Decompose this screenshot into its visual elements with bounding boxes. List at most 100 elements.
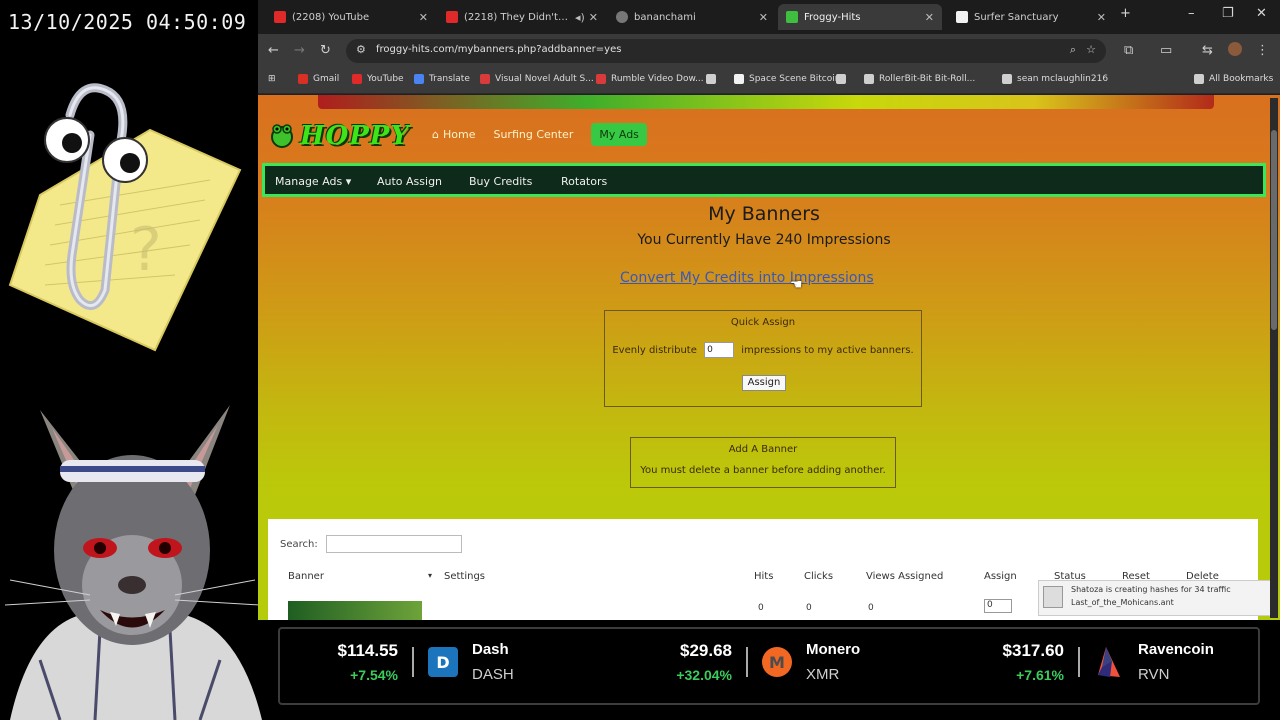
bookmark-youtube[interactable]: YouTube bbox=[352, 74, 404, 84]
add-banner-title: Add A Banner bbox=[728, 444, 798, 455]
clock-display: 13/10/2025 04:50:09 bbox=[8, 10, 247, 34]
apps-icon[interactable]: ⊞ bbox=[268, 74, 276, 84]
coin-name: Ravencoin bbox=[1138, 641, 1214, 658]
tab-label: Surfer Sanctuary bbox=[974, 11, 1059, 23]
ads-menu-bar: Manage Ads ▾ Auto Assign Buy Credits Rot… bbox=[262, 163, 1266, 197]
page-title: My Banners bbox=[708, 203, 820, 225]
site-info-icon[interactable]: ⚙ bbox=[356, 43, 366, 56]
tab-froggy-hits[interactable]: Froggy-Hits ✕ bbox=[778, 4, 942, 30]
assign-button[interactable]: Assign bbox=[742, 375, 786, 391]
column-views-assigned[interactable]: Views Assigned bbox=[866, 571, 943, 582]
change-value: +7.54% bbox=[350, 667, 398, 683]
crypto-ticker: $114.55 +7.54% D Dash DASH $29.68 +32.04… bbox=[278, 627, 1260, 705]
tab-bananchami[interactable]: bananchami ✕ bbox=[608, 4, 776, 30]
bookmark-space-scene[interactable]: Space Scene Bitcoin bbox=[734, 74, 840, 84]
menu-icon[interactable]: ⋮ bbox=[1256, 43, 1269, 58]
coin-name: Dash bbox=[472, 641, 509, 658]
bookmark-favicon-icon bbox=[706, 74, 716, 84]
speaker-icon[interactable]: ◂) bbox=[575, 11, 585, 24]
cast-icon[interactable]: ⇆ bbox=[1202, 43, 1213, 58]
menu-manage-ads[interactable]: Manage Ads ▾ bbox=[275, 175, 351, 188]
bookmark-sean[interactable]: sean mclaughlin216 bbox=[1002, 74, 1108, 84]
bookmark-label: sean mclaughlin216 bbox=[1017, 74, 1109, 84]
distribute-suffix: impressions to my active banners. bbox=[741, 345, 914, 356]
bookmark-label: RollerBit-Bit Bit-Roll... bbox=[879, 74, 976, 84]
column-banner[interactable]: Banner bbox=[288, 571, 324, 582]
all-bookmarks[interactable]: All Bookmarks bbox=[1194, 74, 1273, 84]
nav-surfing-center[interactable]: Surfing Center bbox=[493, 128, 573, 141]
impressions-amount-input[interactable]: 0 bbox=[704, 342, 735, 358]
column-settings[interactable]: Settings bbox=[444, 571, 485, 582]
bookmark-label: All Bookmarks bbox=[1209, 74, 1274, 84]
raven-shape bbox=[1098, 647, 1120, 677]
search-input[interactable] bbox=[326, 535, 462, 553]
banner-thumbnail-image[interactable] bbox=[288, 601, 422, 620]
youtube-icon bbox=[274, 11, 286, 23]
back-icon[interactable]: ← bbox=[268, 43, 279, 58]
nav-my-ads[interactable]: My Ads bbox=[591, 123, 647, 146]
extensions-icon[interactable]: ⧉ bbox=[1124, 43, 1133, 58]
price-value: $114.55 bbox=[337, 641, 398, 660]
close-icon[interactable]: ✕ bbox=[589, 11, 598, 24]
close-icon[interactable]: ✕ bbox=[759, 11, 768, 24]
column-clicks[interactable]: Clicks bbox=[804, 571, 833, 582]
bookmark-favicon-icon bbox=[596, 74, 606, 84]
clicks-value: 0 bbox=[806, 603, 812, 613]
menu-rotators[interactable]: Rotators bbox=[561, 175, 607, 188]
ravencoin-icon bbox=[1094, 647, 1124, 677]
bookmark-favicon-icon bbox=[1002, 74, 1012, 84]
page-scrollbar-thumb[interactable] bbox=[1271, 130, 1277, 330]
coin-symbol: DASH bbox=[472, 666, 514, 683]
quick-assign-row: Evenly distribute 0 impressions to my ac… bbox=[605, 342, 921, 358]
tab-label: (2218) They Didn't Want bbox=[464, 11, 571, 23]
tab-youtube[interactable]: (2208) YouTube ✕ bbox=[266, 4, 436, 30]
assign-amount-input[interactable]: 0 bbox=[984, 599, 1012, 613]
menu-auto-assign[interactable]: Auto Assign bbox=[377, 175, 442, 188]
bookmark-plain-2[interactable] bbox=[836, 74, 851, 84]
gmail-icon bbox=[298, 74, 308, 84]
menu-buy-credits[interactable]: Buy Credits bbox=[469, 175, 532, 188]
bookmark-translate[interactable]: Translate bbox=[414, 74, 470, 84]
bookmark-label: Visual Novel Adult S... bbox=[495, 74, 594, 84]
forward-icon[interactable]: → bbox=[294, 43, 305, 58]
maximize-icon[interactable]: ❐ bbox=[1222, 6, 1234, 21]
sort-icon[interactable]: ▾ bbox=[428, 571, 432, 580]
profile-avatar[interactable] bbox=[1228, 42, 1242, 56]
url-bar[interactable]: ⚙ froggy-hits.com/mybanners.php?addbanne… bbox=[346, 39, 1106, 63]
reload-icon[interactable]: ↻ bbox=[320, 43, 331, 58]
tab-strip: (2208) YouTube ✕ (2218) They Didn't Want… bbox=[258, 0, 1280, 34]
mouse-cursor-icon: ☚ bbox=[790, 277, 803, 293]
youtube-icon bbox=[446, 11, 458, 23]
notification-popup: Shatoza is creating hashes for 34 traffi… bbox=[1038, 580, 1278, 616]
column-assign[interactable]: Assign bbox=[984, 571, 1017, 582]
close-icon[interactable]: ✕ bbox=[925, 11, 934, 24]
notification-icon bbox=[1043, 586, 1063, 608]
convert-credits-link[interactable]: Convert My Credits into Impressions bbox=[620, 270, 874, 286]
close-icon[interactable]: ✕ bbox=[1097, 11, 1106, 24]
tab-video[interactable]: (2218) They Didn't Want ◂) ✕ bbox=[438, 4, 606, 30]
bookmark-visual-novel[interactable]: Visual Novel Adult S... bbox=[480, 74, 594, 84]
search-label: Search: bbox=[280, 539, 318, 550]
zoom-icon[interactable]: ⌕ bbox=[1070, 43, 1076, 57]
minimize-icon[interactable]: – bbox=[1188, 6, 1195, 21]
site-logo[interactable]: HOPPY bbox=[270, 121, 410, 151]
price-value: $29.68 bbox=[680, 641, 732, 660]
window-close-icon[interactable]: ✕ bbox=[1256, 6, 1267, 21]
notification-line-2: Last_of_the_Mohicans.ant bbox=[1071, 598, 1174, 607]
youtube-icon bbox=[352, 74, 362, 84]
close-icon[interactable]: ✕ bbox=[419, 11, 428, 24]
distribute-label: Evenly distribute bbox=[612, 345, 697, 356]
bookmark-plain-1[interactable] bbox=[706, 74, 721, 84]
bookmark-favicon-icon bbox=[864, 74, 874, 84]
nav-home[interactable]: ⌂ Home bbox=[432, 128, 475, 141]
bookmark-gmail[interactable]: Gmail bbox=[298, 74, 339, 84]
column-hits[interactable]: Hits bbox=[754, 571, 773, 582]
notification-line-1: Shatoza is creating hashes for 34 traffi… bbox=[1071, 585, 1231, 594]
bookmark-rollerbit[interactable]: RollerBit-Bit Bit-Roll... bbox=[864, 74, 975, 84]
bookmark-star-icon[interactable]: ☆ bbox=[1086, 43, 1096, 56]
tab-search-icon[interactable]: ▭ bbox=[1160, 43, 1172, 58]
new-tab-icon[interactable]: + bbox=[1120, 6, 1131, 21]
bookmark-rumble[interactable]: Rumble Video Dow... bbox=[596, 74, 704, 84]
tab-surfer-sanctuary[interactable]: Surfer Sanctuary ✕ bbox=[948, 4, 1114, 30]
browser-window: (2208) YouTube ✕ (2218) They Didn't Want… bbox=[258, 0, 1280, 620]
